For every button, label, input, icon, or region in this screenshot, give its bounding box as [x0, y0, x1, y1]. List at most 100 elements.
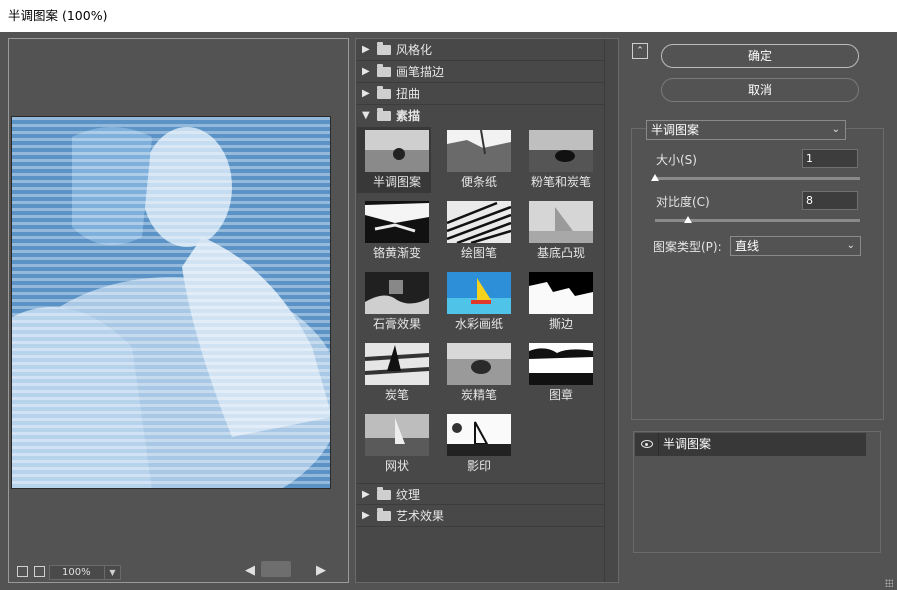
zoom-value: 100% — [62, 567, 91, 578]
category-texture[interactable]: ▶ 纹理 — [356, 483, 604, 505]
thumb-label: 石膏效果 — [372, 317, 421, 331]
thumb-image — [447, 272, 511, 314]
layer-divider — [658, 433, 659, 456]
horizontal-scroll-thumb[interactable] — [261, 561, 291, 577]
size-input[interactable]: 1 — [802, 149, 858, 168]
thumb-label: 网状 — [384, 459, 409, 473]
thumb-image — [447, 130, 511, 172]
thumb-image — [365, 414, 429, 456]
thumb-label: 影印 — [466, 459, 491, 473]
thumb-image — [365, 272, 429, 314]
thumb-label: 基底凸现 — [536, 246, 585, 260]
preview-toolbar: 100% ▼ ◀ ▶ — [9, 560, 348, 582]
category-label: 画笔描边 — [396, 65, 445, 79]
thumb-label: 炭精笔 — [460, 388, 497, 402]
thumb-chrome[interactable]: 铬黄渐变 — [357, 198, 431, 264]
pattern-type-label: 图案类型(P): — [653, 240, 722, 254]
contrast-input[interactable]: 8 — [802, 191, 858, 210]
thumb-image — [447, 343, 511, 385]
ok-button[interactable]: 确定 — [661, 44, 859, 68]
preview-image[interactable] — [11, 116, 331, 489]
contrast-label: 对比度(C) — [656, 195, 710, 209]
filter-select[interactable]: 半调图案 ⌄ — [646, 120, 846, 140]
resize-grip-icon[interactable] — [885, 579, 893, 587]
thumb-reticulation[interactable]: 网状 — [357, 411, 431, 477]
thumb-label: 绘图笔 — [460, 246, 497, 260]
pattern-type-select[interactable]: 直线 ⌄ — [730, 236, 861, 256]
filter-select-value: 半调图案 — [651, 123, 700, 137]
category-artistic[interactable]: ▶ 艺术效果 — [356, 505, 604, 527]
category-label: 纹理 — [396, 488, 421, 502]
folder-icon — [377, 64, 391, 77]
folder-icon — [377, 508, 391, 521]
scroll-right-icon[interactable]: ▶ — [316, 560, 326, 582]
size-slider-thumb[interactable] — [651, 174, 659, 181]
folder-icon — [377, 487, 391, 500]
thumb-image — [365, 201, 429, 243]
thumb-graphic-pen[interactable]: 绘图笔 — [439, 198, 513, 264]
folder-icon — [377, 42, 391, 55]
thumb-photocopy[interactable]: 影印 — [439, 411, 513, 477]
thumb-label: 撕边 — [548, 317, 573, 331]
thumb-water-paper[interactable]: 水彩画纸 — [439, 269, 513, 335]
thumb-image — [529, 343, 593, 385]
expand-triangle-icon: ▶ — [362, 88, 370, 99]
contrast-slider-thumb[interactable] — [683, 216, 692, 223]
expand-triangle-icon: ▶ — [362, 510, 370, 521]
thumb-label: 图章 — [548, 388, 573, 402]
thumb-label: 炭笔 — [384, 388, 409, 402]
filter-settings-panel — [631, 128, 884, 420]
thumb-chalk-charcoal[interactable]: 粉笔和炭笔 — [521, 127, 595, 193]
chevron-down-icon: ▼ — [104, 566, 120, 579]
thumb-image — [529, 272, 593, 314]
thumb-image — [529, 130, 593, 172]
preview-panel[interactable]: 100% ▼ ◀ ▶ — [8, 38, 349, 583]
category-distort[interactable]: ▶ 扭曲 — [356, 83, 604, 105]
category-label: 扭曲 — [396, 87, 421, 101]
chevron-down-icon: ⌄ — [831, 124, 840, 135]
thumb-stamp[interactable]: 图章 — [521, 340, 595, 406]
cancel-button[interactable]: 取消 — [661, 78, 859, 102]
thumb-torn-edges[interactable]: 撕边 — [521, 269, 595, 335]
gallery-scrollbar[interactable] — [604, 39, 618, 582]
filter-gallery: ▶ 风格化 ▶ 画笔描边 ▶ 扭曲 ▼ 素描 半调图案 便条纸 粉笔和炭笔 铬黄… — [355, 38, 619, 583]
expand-triangle-icon: ▶ — [362, 44, 370, 55]
expand-triangle-icon: ▶ — [362, 66, 370, 77]
thumb-image — [529, 201, 593, 243]
thumb-label: 便条纸 — [460, 175, 497, 189]
thumb-image — [447, 414, 511, 456]
thumb-charcoal[interactable]: 炭笔 — [357, 340, 431, 406]
effect-layer-row[interactable]: 半调图案 — [635, 433, 866, 456]
chevron-down-icon: ⌄ — [846, 240, 855, 251]
thumb-label: 粉笔和炭笔 — [530, 175, 591, 189]
window-title: 半调图案 (100%) — [0, 0, 897, 32]
collapse-triangle-icon: ▼ — [362, 110, 370, 121]
thumb-plaster[interactable]: 石膏效果 — [357, 269, 431, 335]
thumb-halftone-pattern[interactable]: 半调图案 — [357, 127, 431, 193]
category-stylize[interactable]: ▶ 风格化 — [356, 39, 604, 61]
category-label: 风格化 — [396, 43, 433, 57]
category-brush-strokes[interactable]: ▶ 画笔描边 — [356, 61, 604, 83]
thumb-label: 半调图案 — [372, 175, 421, 189]
expand-triangle-icon: ▶ — [362, 489, 370, 500]
eye-icon[interactable] — [641, 440, 653, 448]
thumb-image — [447, 201, 511, 243]
thumb-conte-crayon[interactable]: 炭精笔 — [439, 340, 513, 406]
zoom-select[interactable]: 100% ▼ — [49, 565, 121, 580]
folder-icon — [377, 86, 391, 99]
zoom-out-button[interactable] — [17, 566, 28, 577]
effect-layer-label: 半调图案 — [663, 437, 712, 451]
size-slider-track[interactable] — [655, 177, 860, 180]
thumb-note-paper[interactable]: 便条纸 — [439, 127, 513, 193]
pattern-type-value: 直线 — [735, 239, 760, 253]
category-label: 素描 — [396, 109, 421, 123]
thumb-image — [365, 130, 429, 172]
collapse-gallery-icon[interactable]: ⌃ — [632, 43, 648, 59]
scroll-left-icon[interactable]: ◀ — [245, 560, 255, 582]
thumb-label: 水彩画纸 — [454, 317, 503, 331]
thumb-label: 铬黄渐变 — [372, 246, 421, 260]
thumb-bas-relief[interactable]: 基底凸现 — [521, 198, 595, 264]
category-sketch[interactable]: ▼ 素描 — [356, 105, 604, 127]
open-folder-icon — [377, 108, 391, 121]
zoom-in-button[interactable] — [34, 566, 45, 577]
